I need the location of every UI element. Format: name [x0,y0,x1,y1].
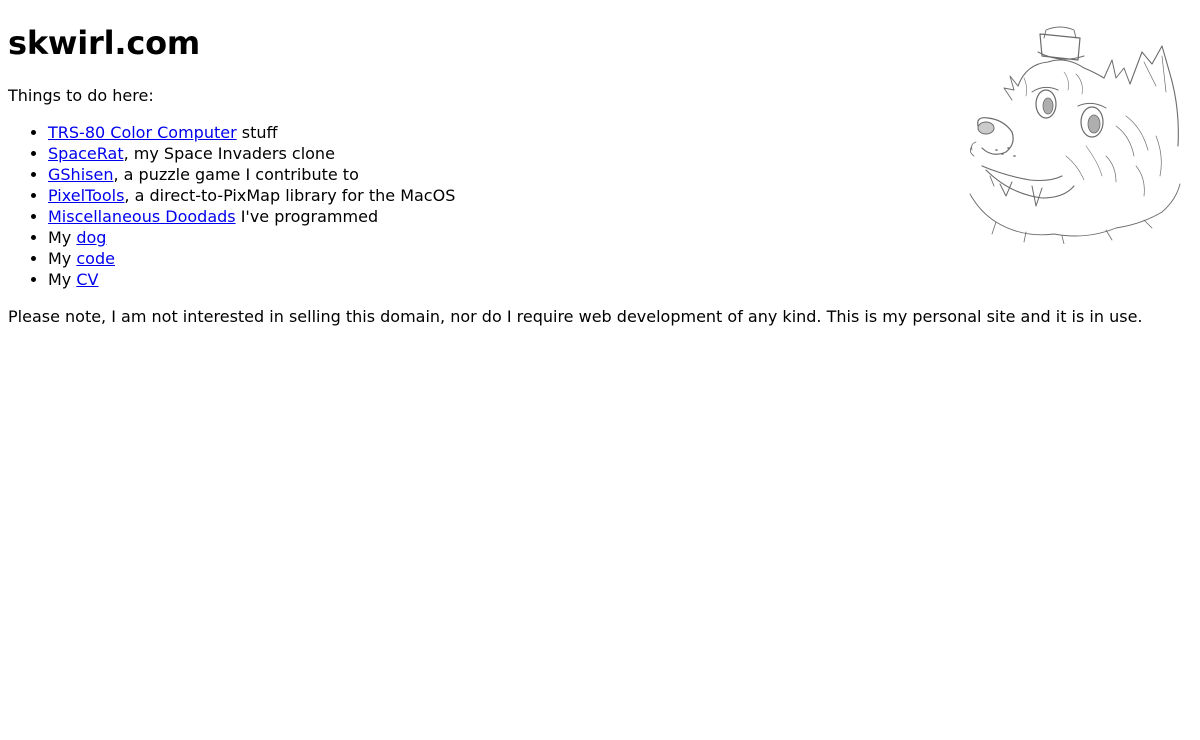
link-spacerat[interactable]: SpaceRat [48,144,124,163]
link-misc-doodads[interactable]: Miscellaneous Doodads [48,207,236,226]
link-trs80[interactable]: TRS-80 Color Computer [48,123,237,142]
item-suffix: , my Space Invaders clone [123,144,335,163]
link-code[interactable]: code [76,249,115,268]
item-suffix: , a puzzle game I contribute to [113,165,359,184]
dog-sketch-image [969,26,1181,244]
item-prefix: My [48,270,77,289]
item-prefix: My [48,228,77,247]
list-item: My code [48,248,1192,269]
item-suffix: I've programmed [235,207,379,226]
item-suffix: stuff [236,123,278,142]
domain-note: Please note, I am not interested in sell… [8,307,1143,326]
link-dog[interactable]: dog [76,228,106,247]
list-item: My CV [48,269,1192,290]
link-cv[interactable]: CV [76,270,98,289]
link-pixeltools[interactable]: PixelTools [48,186,124,205]
item-suffix: , a direct-to-PixMap library for the Mac… [124,186,456,205]
link-gshisen[interactable]: GShisen [48,165,113,184]
item-prefix: My [48,249,77,268]
